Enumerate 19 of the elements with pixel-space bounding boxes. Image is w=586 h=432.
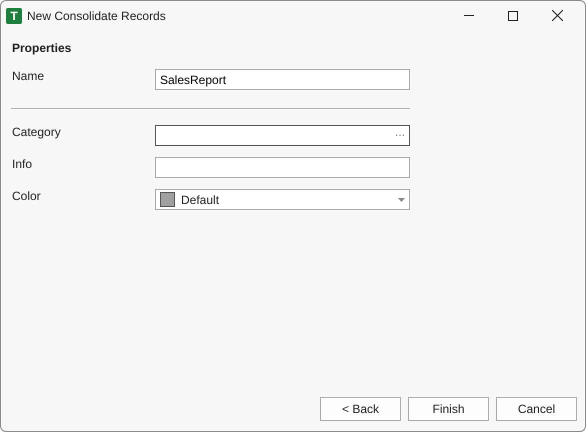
field-label: Info — [12, 157, 34, 171]
maximize-icon — [508, 10, 518, 20]
section-title: Properties — [12, 41, 72, 55]
window-title: New Consolidate Records — [27, 8, 167, 22]
caret-icon — [398, 198, 405, 202]
dialog-button[interactable]: < Back — [320, 397, 401, 421]
close-icon — [552, 10, 562, 21]
minimize-icon — [464, 15, 474, 16]
app-icon: T — [6, 8, 22, 24]
field-label: Color — [12, 189, 42, 203]
browse-field[interactable]: ··· — [155, 125, 410, 146]
name-field[interactable]: SalesReport — [155, 69, 410, 90]
input-field[interactable] — [155, 157, 410, 178]
browse-button[interactable]: ··· — [395, 130, 405, 141]
dialog-button[interactable]: Cancel — [496, 397, 577, 421]
dialog-button[interactable]: Finish — [408, 397, 489, 421]
field-label: Category — [12, 125, 62, 139]
color-dropdown[interactable]: Default — [155, 189, 410, 210]
field-label: Name — [12, 69, 46, 83]
